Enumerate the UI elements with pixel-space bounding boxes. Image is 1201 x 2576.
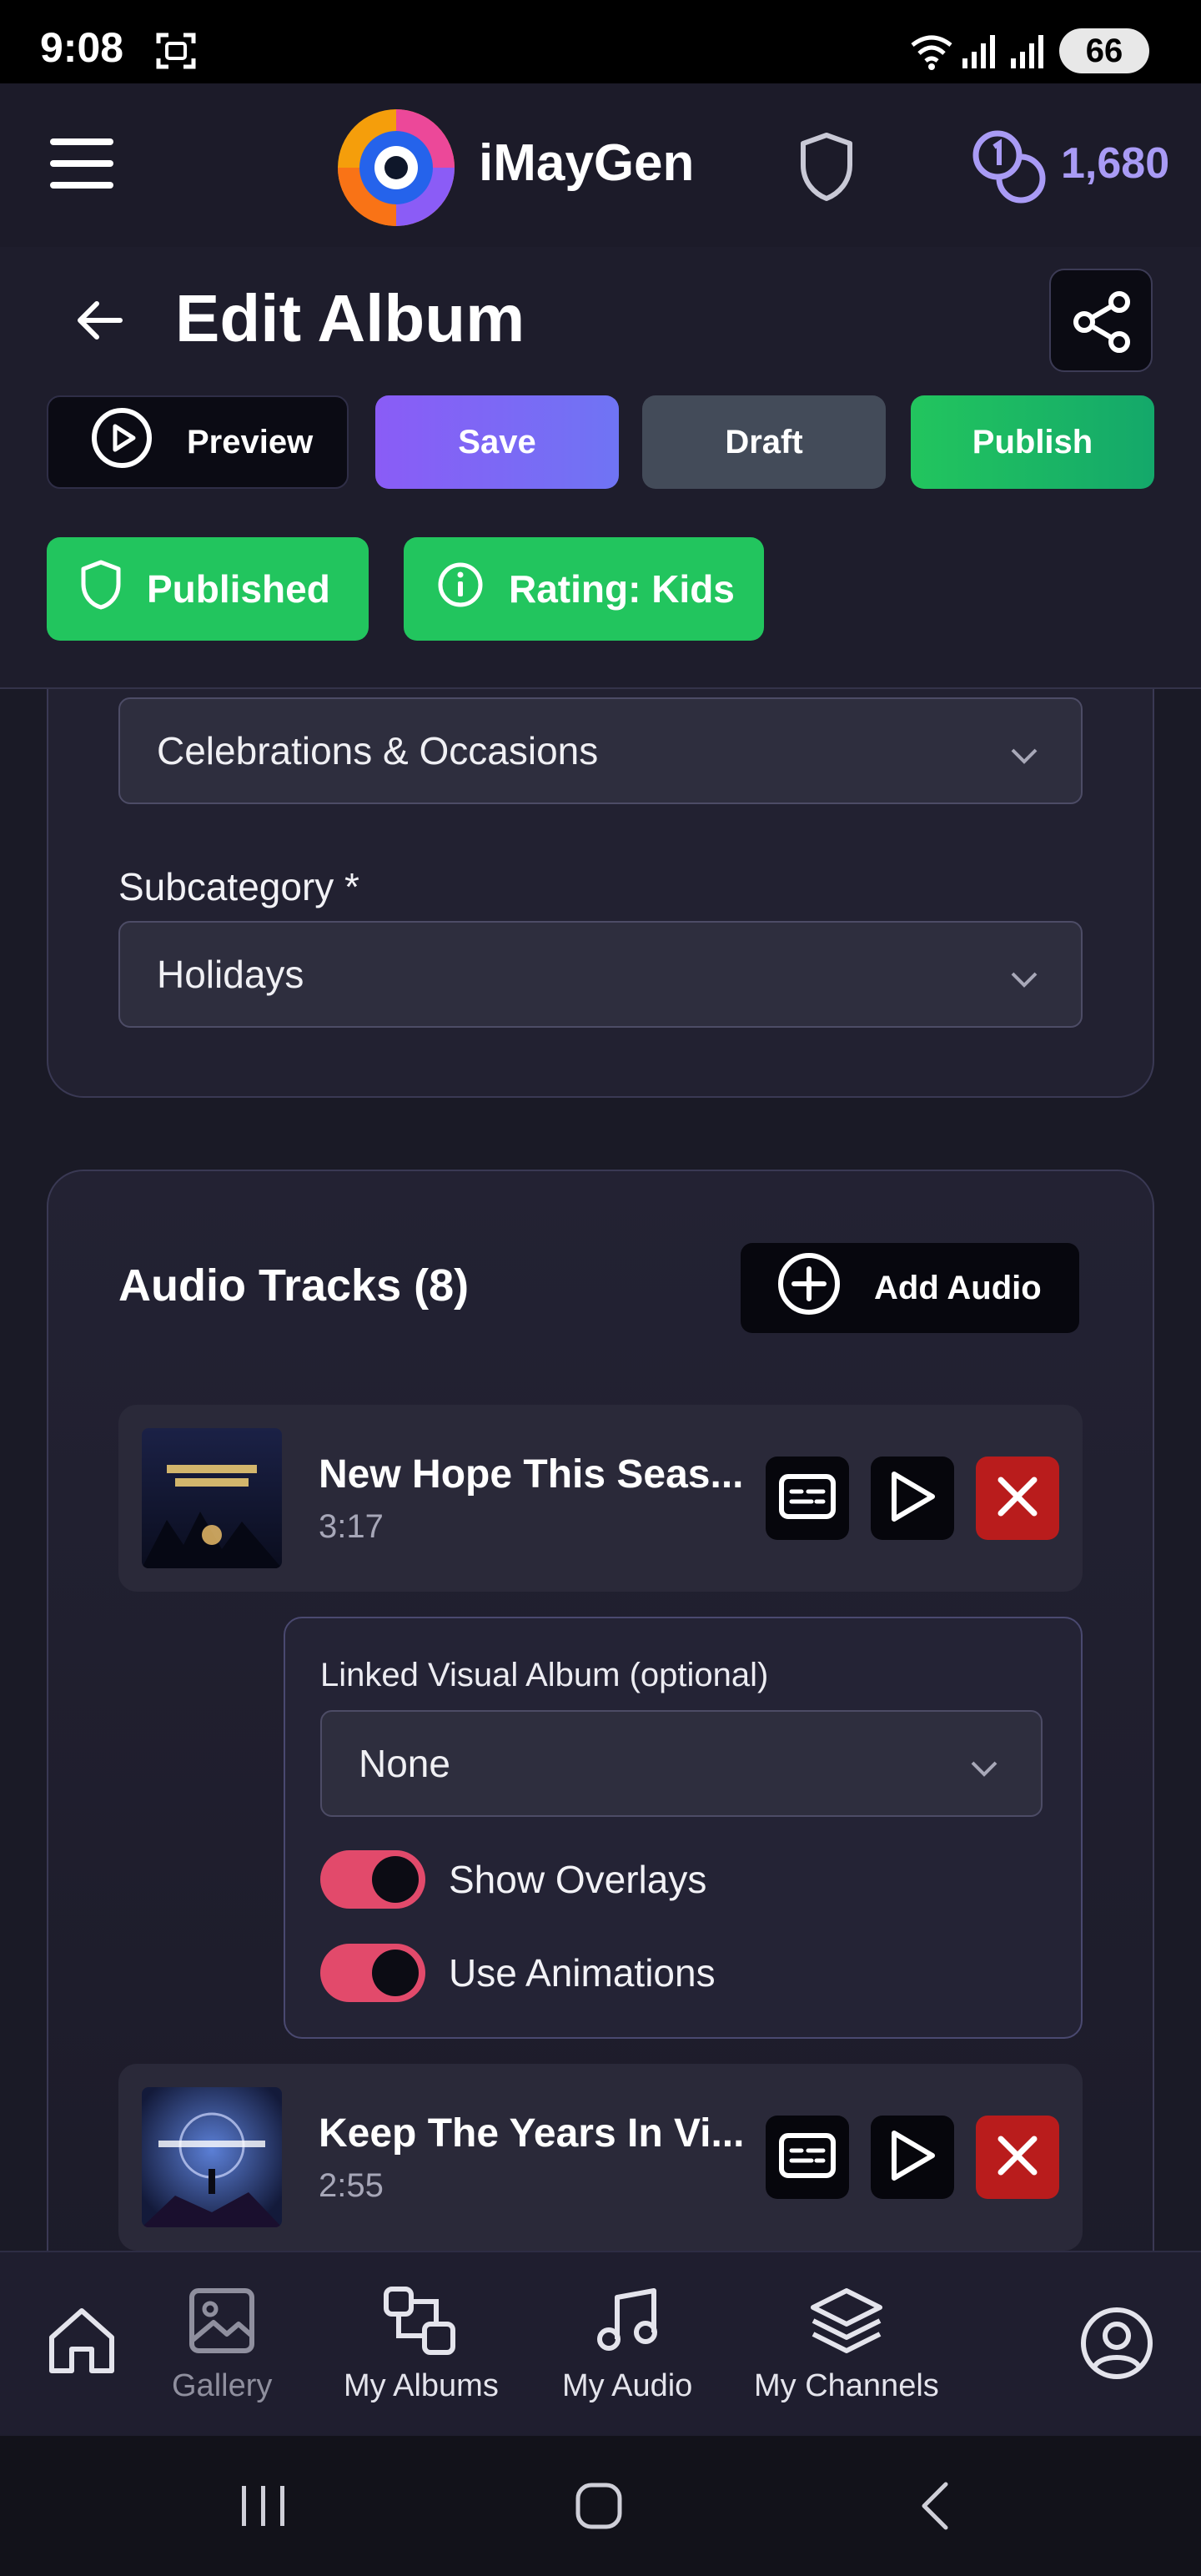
signal-icon-2 — [1009, 33, 1046, 74]
play-icon — [887, 1469, 937, 1528]
brand-logo — [334, 105, 459, 234]
chevron-down-icon — [1008, 736, 1041, 781]
close-icon — [996, 1475, 1039, 1522]
published-label: Published — [147, 567, 330, 611]
publish-button[interactable]: Publish — [911, 395, 1154, 489]
page-title: Edit Album — [175, 281, 525, 355]
nav-my-audio[interactable]: My Audio — [562, 2286, 692, 2404]
track-title: Keep The Years In Vi... — [319, 2111, 745, 2156]
nav-my-channels-label: My Channels — [754, 2368, 939, 2403]
subcategory-select[interactable]: Holidays — [118, 921, 1083, 1028]
subtitles-button[interactable] — [766, 2116, 849, 2199]
layers-icon — [807, 2286, 887, 2360]
music-note-icon — [592, 2286, 662, 2360]
nav-my-albums[interactable]: My Albums — [344, 2286, 499, 2404]
wifi-icon — [909, 33, 954, 74]
nav-my-channels[interactable]: My Channels — [754, 2286, 939, 2404]
remove-track-button[interactable] — [976, 1457, 1059, 1540]
albums-icon — [383, 2286, 460, 2360]
toggle-knob — [372, 1950, 419, 1996]
track-cover-image — [142, 1428, 282, 1568]
draft-button[interactable]: Draft — [642, 395, 886, 489]
shield-icon[interactable] — [799, 132, 854, 206]
subtitles-icon — [778, 2132, 837, 2183]
linked-album-label: Linked Visual Album (optional) — [320, 1657, 769, 1693]
show-overlays-label: Show Overlays — [449, 1858, 707, 1901]
share-icon — [1071, 290, 1134, 358]
track-title: New Hope This Seas... — [319, 1452, 744, 1497]
category-value: Celebrations & Occasions — [157, 729, 599, 772]
play-button[interactable] — [871, 1457, 954, 1540]
credits-balance: 1,680 — [1061, 139, 1170, 188]
save-button[interactable]: Save — [375, 395, 619, 489]
remove-track-button[interactable] — [976, 2116, 1059, 2199]
subcategory-value: Holidays — [157, 953, 304, 996]
signal-icon — [961, 33, 997, 74]
image-icon — [187, 2286, 257, 2360]
track-row[interactable]: Keep The Years In Vi... 2:55 — [118, 2064, 1083, 2251]
close-icon — [996, 2134, 1039, 2181]
subcategory-label: Subcategory * — [118, 865, 359, 908]
nav-gallery[interactable]: Gallery — [172, 2286, 272, 2404]
brand-name: iMayGen — [479, 134, 695, 192]
nav-my-audio-label: My Audio — [562, 2368, 693, 2403]
play-icon — [887, 2128, 937, 2187]
preview-label: Preview — [187, 423, 314, 460]
play-circle-icon — [90, 406, 153, 478]
show-overlays-toggle[interactable] — [320, 1850, 425, 1909]
back-button-icon[interactable] — [914, 2479, 956, 2537]
track-duration: 3:17 — [319, 1508, 384, 1545]
rating-label: Rating: Kids — [509, 567, 735, 611]
back-arrow-icon[interactable] — [73, 294, 127, 351]
share-button[interactable] — [1049, 269, 1153, 372]
preview-button[interactable]: Preview — [47, 395, 349, 489]
status-time: 9:08 — [40, 24, 124, 71]
toggle-knob — [372, 1856, 419, 1903]
recent-apps-icon[interactable] — [239, 2483, 289, 2533]
profile-icon[interactable] — [1079, 2306, 1154, 2385]
linked-album-select[interactable]: None — [320, 1710, 1043, 1817]
use-animations-label: Use Animations — [449, 1951, 716, 1995]
track-cover-image — [142, 2087, 282, 2227]
play-button[interactable] — [871, 2116, 954, 2199]
info-icon — [437, 561, 484, 617]
nav-gallery-label: Gallery — [172, 2368, 273, 2403]
chevron-down-icon — [1008, 959, 1041, 1004]
menu-icon[interactable] — [50, 137, 113, 194]
screenshot-icon — [155, 30, 197, 76]
track-duration: 2:55 — [319, 2167, 384, 2204]
plus-circle-icon — [776, 1250, 842, 1326]
subtitles-icon — [778, 1473, 837, 1524]
audio-tracks-title: Audio Tracks (8) — [118, 1260, 470, 1311]
linked-album-value: None — [359, 1742, 450, 1785]
coins-icon[interactable] — [969, 127, 1049, 208]
nav-my-albums-label: My Albums — [344, 2368, 499, 2403]
home-icon[interactable] — [47, 2306, 117, 2380]
published-badge: Published — [47, 537, 369, 641]
track-row[interactable]: New Hope This Seas... 3:17 — [118, 1405, 1083, 1592]
shield-icon — [80, 560, 122, 619]
home-button-icon[interactable] — [574, 2481, 624, 2535]
subtitles-button[interactable] — [766, 1457, 849, 1540]
add-audio-label: Add Audio — [874, 1269, 1042, 1306]
battery-indicator: 66 — [1059, 28, 1149, 73]
use-animations-toggle[interactable] — [320, 1944, 425, 2002]
category-select[interactable]: Celebrations & Occasions — [118, 697, 1083, 804]
add-audio-button[interactable]: Add Audio — [741, 1243, 1079, 1333]
chevron-down-icon — [967, 1748, 1001, 1794]
rating-badge: Rating: Kids — [404, 537, 764, 641]
